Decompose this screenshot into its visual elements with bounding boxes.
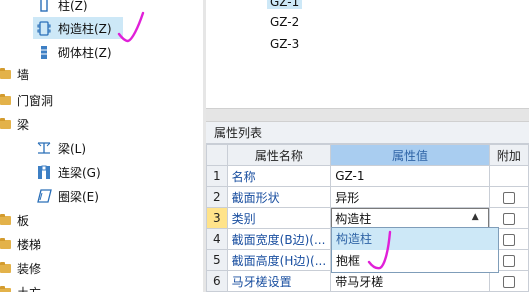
tree-folder-beam[interactable]: 梁	[0, 113, 29, 135]
property-name: 名称	[226, 165, 332, 187]
property-name: 马牙槎设置	[226, 270, 332, 292]
list-item[interactable]: GZ-1	[267, 0, 303, 9]
component-list: GZ-1 GZ-2 GZ-3	[206, 0, 529, 108]
folder-icon	[0, 261, 11, 273]
horizontal-scrollbar[interactable]	[206, 108, 529, 122]
tree-item-link-beam[interactable]: 连梁(G)	[36, 161, 101, 183]
tree-item-label: 柱(Z)	[58, 0, 88, 13]
folder-icon	[0, 237, 11, 249]
folder-icon	[0, 213, 11, 225]
table-row[interactable]: 6 马牙槎设置 带马牙槎	[206, 270, 529, 292]
table-row[interactable]: 1 名称 GZ-1	[206, 165, 529, 187]
extra-checkbox[interactable]	[502, 275, 515, 288]
list-item[interactable]: GZ-3	[270, 37, 299, 51]
chevron-up-icon[interactable]: ▲	[472, 212, 479, 222]
table-header-row: 属性名称 属性值 附加	[206, 144, 529, 166]
tree-item-label: 连梁(G)	[58, 165, 101, 180]
tree-folder-openings[interactable]: 门窗洞	[0, 89, 53, 111]
extra-checkbox[interactable]	[502, 212, 515, 225]
row-number: 2	[206, 186, 228, 208]
folder-icon	[0, 285, 11, 292]
column-header-value[interactable]: 属性值	[330, 144, 490, 166]
check-annotation-icon	[367, 230, 392, 270]
tree-item-label: 楼梯	[17, 237, 42, 252]
row-number-header	[206, 144, 228, 166]
property-value[interactable]: 异形	[330, 186, 490, 208]
tree-folder-wall[interactable]: 墙	[0, 63, 29, 85]
column-header-extra[interactable]: 附加	[488, 144, 529, 166]
extra-checkbox[interactable]	[502, 233, 515, 246]
tree-item-label: 门窗洞	[17, 93, 54, 108]
tree-item-label: 梁(L)	[58, 141, 87, 156]
tree-item-label: 构造柱(Z)	[58, 21, 112, 36]
extra-cell	[488, 186, 529, 208]
tree-item-label: 墙	[17, 67, 30, 82]
extra-cell	[488, 207, 529, 229]
column-icon	[36, 0, 52, 13]
property-name: 类别	[226, 207, 332, 229]
extra-checkbox[interactable]	[502, 191, 515, 204]
category-combobox[interactable]: 构造柱 ▲	[330, 207, 490, 229]
folder-icon	[0, 93, 11, 105]
app-root: 柱(Z) 构造柱(Z) 砌体柱(Z) 墙 门窗洞 梁 梁(L) 连梁(G) 圈梁…	[0, 0, 529, 292]
right-panel: GZ-1 GZ-2 GZ-3 属性列表 属性名称 属性值 附加 1 名称 GZ-…	[206, 0, 529, 292]
dropdown-option[interactable]: 抱框	[332, 250, 498, 272]
combobox-value: 构造柱	[335, 211, 372, 226]
tree-folder-slab[interactable]: 板	[0, 209, 29, 231]
folder-icon	[0, 67, 11, 79]
tree-folder-earthwork[interactable]: 土方	[0, 281, 41, 292]
row-number: 6	[206, 270, 228, 292]
property-name: 截面形状	[226, 186, 332, 208]
component-tree: 柱(Z) 构造柱(Z) 砌体柱(Z) 墙 门窗洞 梁 梁(L) 连梁(G) 圈梁…	[0, 0, 200, 292]
extra-checkbox[interactable]	[502, 254, 515, 267]
row-number: 4	[206, 228, 228, 250]
tree-item-label: 装修	[17, 261, 42, 276]
table-row-active[interactable]: 3 类别 构造柱 ▲	[206, 207, 529, 229]
beam-icon	[36, 140, 52, 156]
extra-cell	[488, 165, 529, 187]
tree-item-ring-beam[interactable]: 圈梁(E)	[36, 185, 99, 207]
link-beam-icon	[36, 164, 52, 180]
property-name: 截面高度(H边)(...	[226, 249, 332, 271]
extra-cell	[488, 270, 529, 292]
ring-beam-icon	[36, 188, 52, 204]
tree-item-label: 砌体柱(Z)	[58, 45, 112, 60]
folder-icon	[0, 117, 11, 129]
table-row[interactable]: 2 截面形状 异形	[206, 186, 529, 208]
properties-panel-title: 属性列表	[206, 122, 529, 144]
row-number: 5	[206, 249, 228, 271]
row-number: 3	[206, 207, 228, 229]
list-item[interactable]: GZ-2	[270, 15, 299, 29]
tree-item-label: 梁	[17, 117, 30, 132]
check-annotation-icon	[117, 11, 145, 43]
tree-item-label: 土方	[17, 284, 41, 292]
property-value[interactable]: GZ-1	[330, 165, 490, 187]
tree-item-label: 圈梁(E)	[58, 189, 99, 204]
tree-folder-stairs[interactable]: 楼梯	[0, 233, 41, 255]
row-number: 1	[206, 165, 228, 187]
property-name: 截面宽度(B边)(...	[226, 228, 332, 250]
tree-folder-decoration[interactable]: 装修	[0, 257, 41, 279]
tree-item-construct-column[interactable]: 构造柱(Z)	[36, 17, 112, 39]
tree-item-label: 板	[17, 213, 30, 228]
construct-column-icon	[36, 20, 52, 36]
tree-item-beam[interactable]: 梁(L)	[36, 137, 86, 159]
tree-item-masonry-column[interactable]: 砌体柱(Z)	[36, 41, 112, 63]
tree-item-column[interactable]: 柱(Z)	[36, 0, 88, 16]
category-dropdown-list: 构造柱 抱框	[331, 227, 499, 273]
property-value[interactable]: 带马牙槎	[330, 270, 490, 292]
dropdown-option[interactable]: 构造柱	[332, 228, 498, 250]
masonry-column-icon	[36, 44, 52, 60]
column-header-name[interactable]: 属性名称	[226, 144, 332, 166]
